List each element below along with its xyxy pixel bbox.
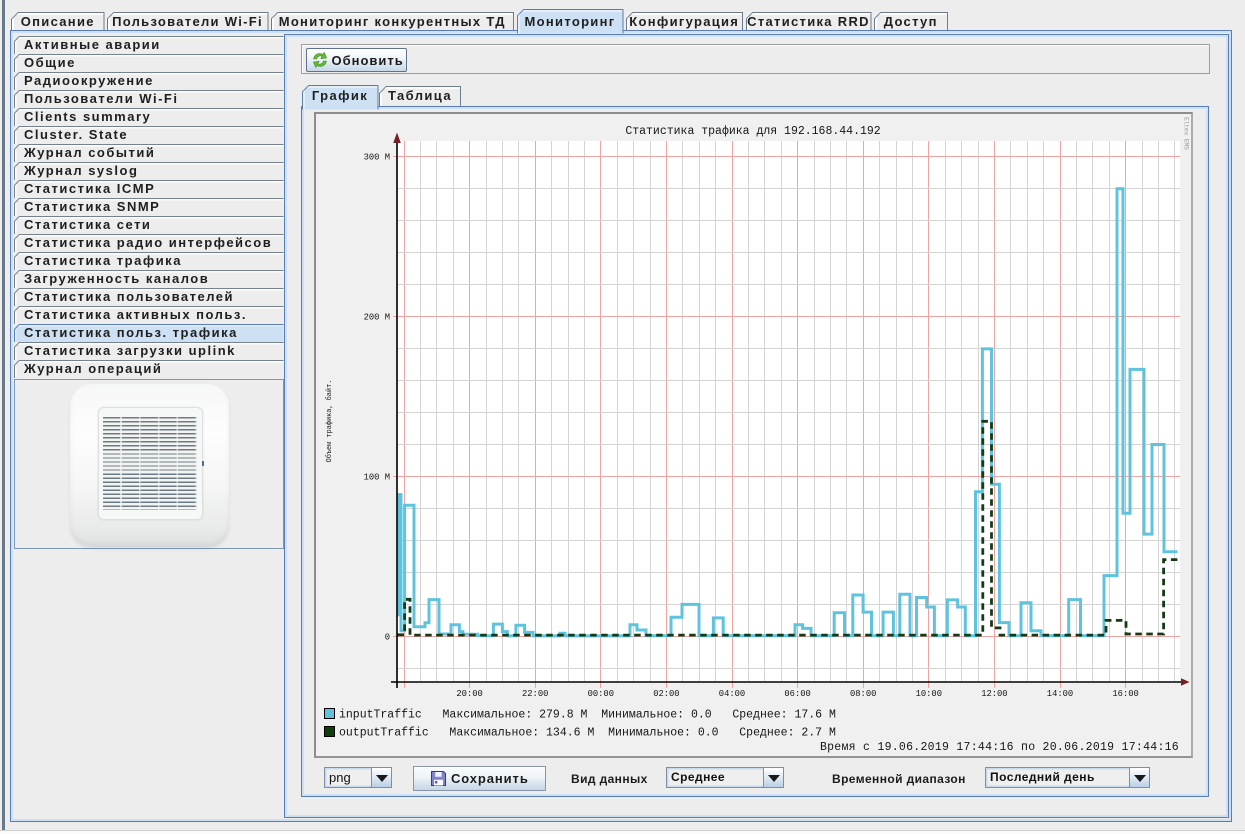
svg-text:Статистика трафика для 192.168: Статистика трафика для 192.168.44.192 — [625, 125, 880, 138]
svg-text:inputTraffic Максимальное: 2: inputTraffic Максимальное: 279.8 М Миним… — [339, 709, 836, 722]
svg-text:16:00: 16:00 — [1112, 689, 1138, 699]
svg-text:300 M: 300 M — [364, 153, 390, 163]
svg-text:0: 0 — [385, 632, 390, 642]
svg-text:12:00: 12:00 — [981, 689, 1007, 699]
svg-text:00:00: 00:00 — [588, 689, 614, 699]
svg-text:04:00: 04:00 — [719, 689, 745, 699]
svg-text:14:00: 14:00 — [1047, 689, 1073, 699]
svg-text:200 M: 200 M — [364, 313, 390, 323]
svg-text:100 M: 100 M — [364, 473, 390, 483]
svg-text:08:00: 08:00 — [850, 689, 876, 699]
svg-text:06:00: 06:00 — [784, 689, 810, 699]
svg-text:20:00: 20:00 — [456, 689, 482, 699]
svg-text:02:00: 02:00 — [653, 689, 679, 699]
svg-text:10:00: 10:00 — [916, 689, 942, 699]
svg-text:outputTraffic Максимальное:: outputTraffic Максимальное: 134.6 М Мини… — [339, 727, 836, 740]
svg-text:22:00: 22:00 — [522, 689, 548, 699]
svg-text:Объем трафика, байт.: Объем трафика, байт. — [325, 380, 334, 463]
svg-text:Eltex EMS: Eltex EMS — [1183, 117, 1190, 150]
svg-text:Время с 19.06.2019 17:44:16 по: Время с 19.06.2019 17:44:16 по 20.06.201… — [820, 741, 1179, 754]
